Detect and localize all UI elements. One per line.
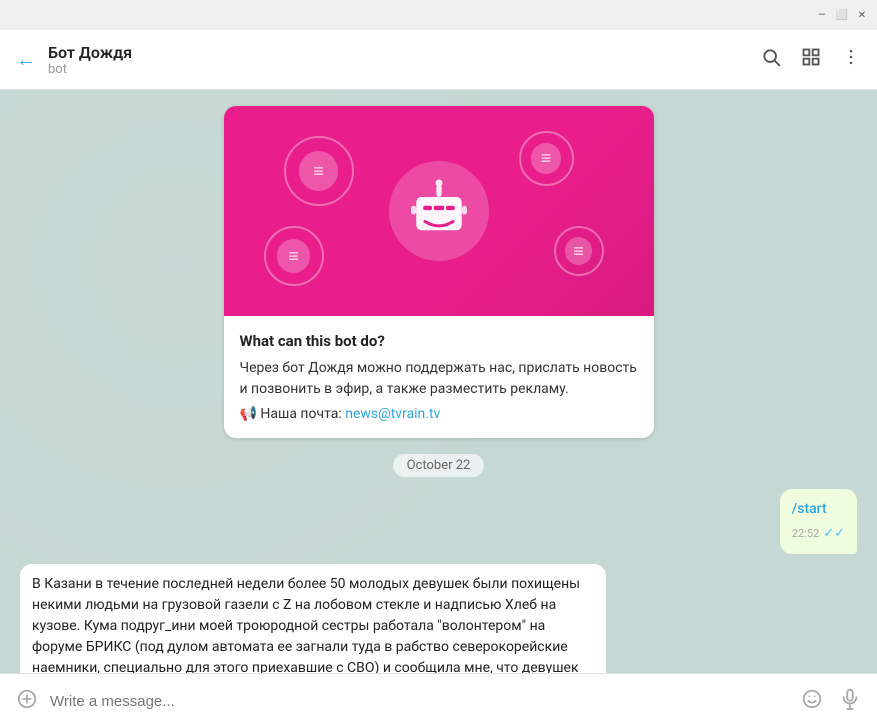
message-row-incoming: В Казани в течение последней недели боле… [20, 564, 857, 674]
incoming-text: В Казани в течение последней недели боле… [32, 576, 580, 674]
start-command-text: /start [792, 501, 827, 517]
bubble-incoming: В Казани в течение последней недели боле… [20, 564, 606, 674]
chat-area: ≡ ≡ ≡ ≡ [0, 90, 877, 673]
email-link[interactable]: news@tvrain.tv [345, 406, 440, 422]
chat-header: ← Бот Дождя bot [0, 30, 877, 90]
titlebar: — ⬜ ✕ [0, 0, 877, 30]
deco-circle-3: ≡ [264, 226, 324, 286]
read-check-outgoing: ✓✓ [823, 524, 845, 544]
header-actions [761, 47, 861, 72]
more-options-icon[interactable] [841, 47, 861, 72]
bot-card-description: Через бот Дождя можно поддержать нас, пр… [240, 358, 638, 400]
deco-circle-1: ≡ [284, 136, 354, 206]
bot-card: ≡ ≡ ≡ ≡ [224, 106, 654, 438]
layout-icon[interactable] [801, 47, 821, 72]
header-info: Бот Дождя bot [48, 43, 749, 77]
date-pill: October 22 [393, 454, 485, 477]
deco-circle-2: ≡ [519, 131, 574, 186]
input-bar [0, 673, 877, 728]
message-input[interactable] [50, 693, 789, 710]
mic-icon[interactable] [839, 688, 861, 715]
bubble-outgoing: /start 22:52 ✓✓ [780, 489, 857, 554]
chat-title: Бот Дождя [48, 43, 749, 62]
deco-circle-4: ≡ [554, 226, 604, 276]
message-time-outgoing: 22:52 [792, 526, 819, 543]
email-prefix: 📢 Наша почта: [240, 406, 346, 422]
close-button[interactable]: ✕ [855, 8, 869, 22]
back-button[interactable]: ← [16, 47, 36, 72]
bot-card-body: What can this bot do? Через бот Дождя мо… [224, 316, 654, 438]
search-icon[interactable] [761, 47, 781, 72]
date-separator: October 22 [20, 454, 857, 477]
minimize-button[interactable]: — [815, 8, 829, 22]
maximize-button[interactable]: ⬜ [835, 8, 849, 22]
chat-subtitle: bot [48, 62, 749, 77]
bot-card-title: What can this bot do? [240, 332, 638, 350]
bot-card-email: 📢 Наша почта: news@tvrain.tv [240, 406, 638, 422]
bot-logo [389, 161, 489, 261]
message-row-outgoing: /start 22:52 ✓✓ [20, 489, 857, 554]
bubble-meta-outgoing: 22:52 ✓✓ [792, 524, 845, 544]
emoji-icon[interactable] [801, 688, 823, 715]
attach-icon[interactable] [16, 688, 38, 715]
input-right-icons [801, 688, 861, 715]
bot-card-banner: ≡ ≡ ≡ ≡ [224, 106, 654, 316]
